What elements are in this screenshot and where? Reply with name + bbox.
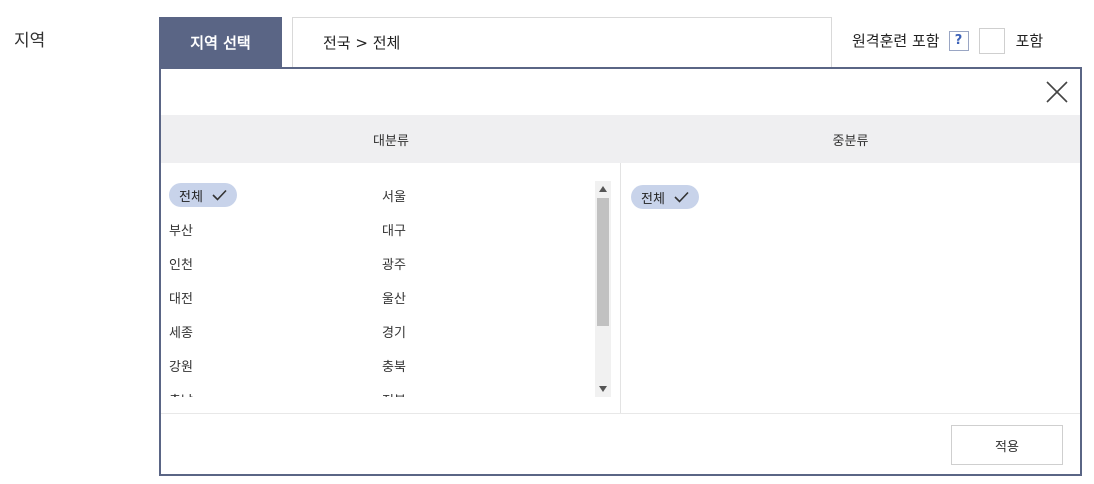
region-option-label: 울산	[382, 291, 406, 307]
region-option[interactable]: 충북	[382, 348, 582, 382]
check-icon	[212, 189, 227, 201]
region-option[interactable]: 전북	[382, 382, 582, 398]
middle-category-list: 전체	[631, 180, 699, 214]
middle-category-header: 중분류	[621, 115, 1080, 163]
major-category-header: 대분류	[161, 115, 621, 163]
region-option[interactable]: 부산	[161, 212, 382, 246]
footer-divider	[161, 413, 1080, 414]
major-category-grid: 전체 서울부산 대구인천 광주대전 울산세종 경기강원 충북충남 전북	[161, 178, 582, 397]
selected-region-path: 전국 > 전체	[292, 17, 832, 68]
region-option-label: 세종	[169, 325, 193, 341]
region-filter: 지역 지역 선택 전국 > 전체 원격훈련 포함 ? 포함 대분류 중분류 전체…	[0, 0, 1094, 484]
check-icon	[674, 191, 689, 203]
help-icon[interactable]: ?	[948, 30, 969, 51]
major-category-list[interactable]: 전체 서울부산 대구인천 광주대전 울산세종 경기강원 충북충남 전북	[161, 163, 611, 397]
region-option-label: 대전	[169, 291, 193, 307]
region-option-label: 충북	[382, 359, 406, 375]
selected-region-path-text: 전국 > 전체	[323, 34, 401, 52]
scroll-down-arrow-icon[interactable]	[595, 381, 611, 397]
region-option-label: 전북	[382, 390, 406, 398]
region-select-tab[interactable]: 지역 선택	[159, 17, 282, 68]
region-option[interactable]: 전체	[631, 180, 699, 214]
region-option-label: 충남	[169, 390, 193, 398]
region-option[interactable]: 울산	[382, 280, 582, 314]
major-list-scrollbar[interactable]	[595, 181, 611, 397]
region-option-label: 광주	[382, 257, 406, 273]
region-option-label: 경기	[382, 325, 406, 341]
region-dropdown-panel: 대분류 중분류 전체 서울부산 대구인천 광주대전 울산세종 경기강원 충북충남 전북 전체 …	[159, 67, 1082, 476]
region-option[interactable]: 전체	[161, 178, 382, 212]
field-label-region: 지역	[14, 31, 46, 51]
region-option[interactable]: 서울	[382, 178, 582, 212]
remote-training-label: 원격훈련 포함	[852, 32, 940, 50]
region-option[interactable]: 충남	[161, 382, 382, 398]
region-option[interactable]: 세종	[161, 314, 382, 348]
remote-training-group: 원격훈련 포함 ? 포함	[852, 27, 1043, 54]
region-option-label: 전체	[179, 189, 203, 205]
remote-training-checkbox-label[interactable]: 포함	[1016, 30, 1044, 51]
region-option-label: 전체	[641, 191, 665, 207]
close-icon[interactable]	[1044, 79, 1070, 105]
apply-button[interactable]: 적용	[951, 425, 1063, 465]
region-option[interactable]: 강원	[161, 348, 382, 382]
region-option[interactable]: 인천	[161, 246, 382, 280]
region-option-label: 서울	[382, 189, 406, 205]
region-option-label: 부산	[169, 223, 193, 239]
region-option-label: 대구	[382, 223, 406, 239]
region-option-label: 강원	[169, 359, 193, 375]
region-option-label: 인천	[169, 257, 193, 273]
region-option[interactable]: 대구	[382, 212, 582, 246]
selected-region-pill[interactable]: 전체	[169, 183, 237, 207]
region-option[interactable]: 대전	[161, 280, 382, 314]
remote-training-checkbox[interactable]	[978, 27, 1005, 54]
selected-region-pill[interactable]: 전체	[631, 185, 699, 209]
region-option[interactable]: 경기	[382, 314, 582, 348]
column-divider	[620, 163, 621, 413]
scroll-thumb[interactable]	[597, 198, 609, 326]
region-option[interactable]: 광주	[382, 246, 582, 280]
scroll-up-arrow-icon[interactable]	[595, 181, 611, 197]
